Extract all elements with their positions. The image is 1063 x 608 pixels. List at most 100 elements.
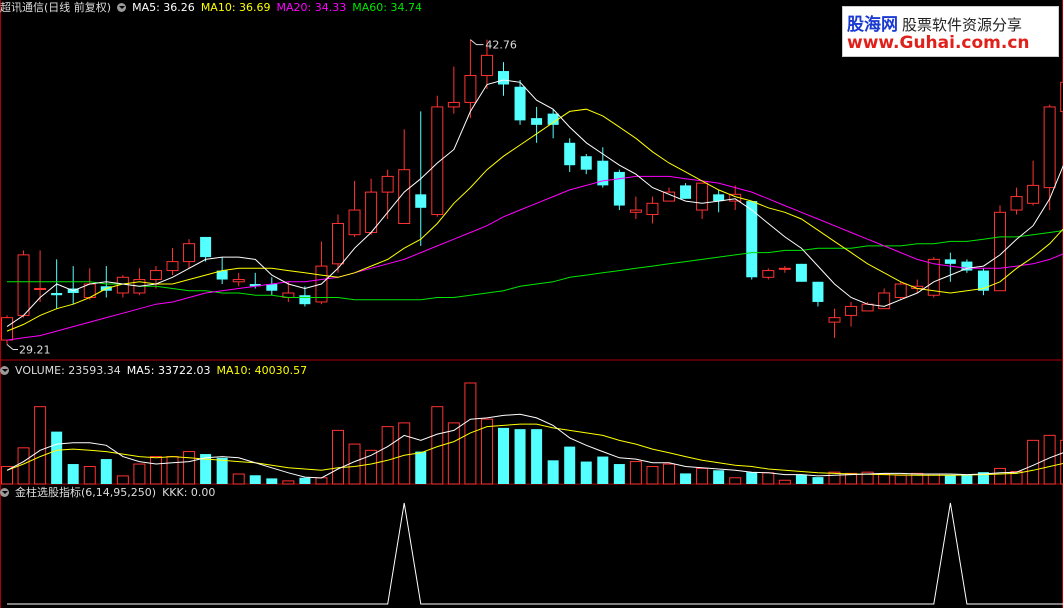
- candle-body: [464, 75, 477, 103]
- guhai-watermark: 股海网 股票软件资源分享 www.Guhai.com.cn: [842, 6, 1059, 57]
- candle-body: [531, 118, 543, 125]
- volume-bar: [629, 461, 642, 485]
- volume-bar: [762, 472, 775, 485]
- volume-bar: [696, 467, 709, 485]
- volume-bar: [34, 406, 47, 485]
- watermark-slogan: 股票软件资源分享: [902, 16, 1023, 34]
- candle-body: [680, 185, 692, 199]
- volume-bar: [680, 473, 692, 484]
- volume-bar: [332, 429, 344, 485]
- volume-bar: [315, 477, 328, 485]
- volume-bar: [994, 467, 1006, 485]
- volume-options-icon[interactable]: [0, 366, 9, 375]
- watermark-url: www.Guhai.com.cn: [847, 33, 1030, 53]
- candle-body: [961, 261, 973, 271]
- candle-body: [232, 279, 245, 283]
- volume-value: VOLUME: 23593.34: [15, 364, 121, 377]
- candle-body: [166, 261, 179, 272]
- candle-body: [1, 317, 13, 341]
- candle-body: [415, 194, 427, 208]
- candle-body: [580, 156, 592, 170]
- candle-body: [894, 283, 907, 298]
- volume-bar: [299, 477, 311, 484]
- high-price-label: 42.76: [485, 39, 517, 52]
- candle-body: [944, 259, 956, 264]
- volume-bar: [348, 443, 361, 485]
- volume-bar: [282, 480, 295, 485]
- volume-bar: [894, 474, 907, 485]
- volume-bar: [67, 464, 79, 484]
- stock-chart: 42.76 29.21: [0, 0, 1063, 608]
- volume-bar: [464, 382, 477, 485]
- candle-body: [1027, 184, 1040, 204]
- candle-body: [447, 101, 460, 108]
- candle-body: [977, 270, 989, 291]
- volume-bar: [746, 472, 758, 484]
- volume-bar: [564, 446, 576, 484]
- volume-bar: [878, 473, 891, 485]
- candle-body: [812, 281, 824, 302]
- kkk-indicator-series: [7, 502, 1063, 605]
- volume-bar: [100, 459, 112, 484]
- candle-body: [34, 288, 47, 291]
- volume-bar: [729, 477, 742, 485]
- indicator-legend: 金柱选股指标(6,14,95,250) KKK: 0.00: [0, 486, 221, 499]
- candle-body: [332, 222, 344, 265]
- candle-body: [629, 209, 642, 213]
- ma20-value: MA20: 34.33: [276, 1, 347, 14]
- high-marker: [470, 39, 484, 46]
- candle-body: [498, 71, 509, 85]
- candle-body: [200, 236, 212, 258]
- volume-bar: [498, 427, 509, 484]
- candle-body: [613, 171, 625, 206]
- watermark-site: 股海网: [847, 15, 898, 35]
- kkk-value: KKK: 0.00: [162, 486, 216, 499]
- volume-bar: [597, 456, 609, 484]
- candle-body: [795, 263, 807, 282]
- ma20-line: [6, 175, 1063, 341]
- candle-body: [564, 142, 576, 166]
- volume-bar: [183, 451, 196, 485]
- candle-body: [663, 191, 675, 202]
- ma5-value: MA5: 36.26: [132, 1, 195, 14]
- volume-series: [1, 382, 1063, 485]
- volume-bar: [547, 460, 559, 484]
- volume-bar: [232, 473, 245, 485]
- volume-bar: [447, 422, 460, 485]
- candle-body: [778, 267, 791, 270]
- volume-bar: [381, 426, 394, 485]
- candle-body: [828, 317, 841, 323]
- vol-ma5-value: MA5: 33722.03: [126, 364, 211, 377]
- candle-body: [514, 86, 526, 121]
- volume-bar: [398, 422, 411, 485]
- low-price-label: 29.21: [19, 344, 51, 357]
- price-title: 超讯通信(日线 前复权): [0, 1, 112, 14]
- indicator-options-icon[interactable]: [0, 488, 9, 497]
- volume-bar: [166, 456, 179, 485]
- price-options-icon[interactable]: [117, 3, 127, 12]
- volume-bar: [580, 461, 592, 484]
- vol-ma10-value: MA10: 40030.57: [216, 364, 308, 377]
- volume-bar: [961, 475, 973, 484]
- candle-body: [17, 254, 30, 316]
- candle-body: [762, 270, 775, 278]
- ma60-value: MA60: 34.74: [352, 1, 422, 14]
- ma10-value: MA10: 36.69: [200, 1, 271, 14]
- candle-body: [696, 182, 709, 211]
- kkk-line: [7, 502, 1063, 605]
- volume-bar: [149, 456, 162, 485]
- volume-bar: [514, 429, 526, 484]
- volume-bar: [812, 477, 824, 484]
- candle-body: [299, 295, 311, 305]
- volume-bar: [613, 464, 625, 484]
- indicator-name: 金柱选股指标(6,14,95,250): [15, 486, 157, 499]
- volume-bar: [646, 466, 659, 485]
- volume-bar: [778, 479, 791, 485]
- volume-bar: [944, 475, 956, 484]
- volume-bar: [116, 475, 129, 485]
- candle-body: [348, 209, 361, 236]
- candle-body: [381, 175, 394, 193]
- volume-bar: [663, 463, 675, 485]
- volume-bar: [266, 478, 278, 484]
- volume-bar: [415, 451, 427, 484]
